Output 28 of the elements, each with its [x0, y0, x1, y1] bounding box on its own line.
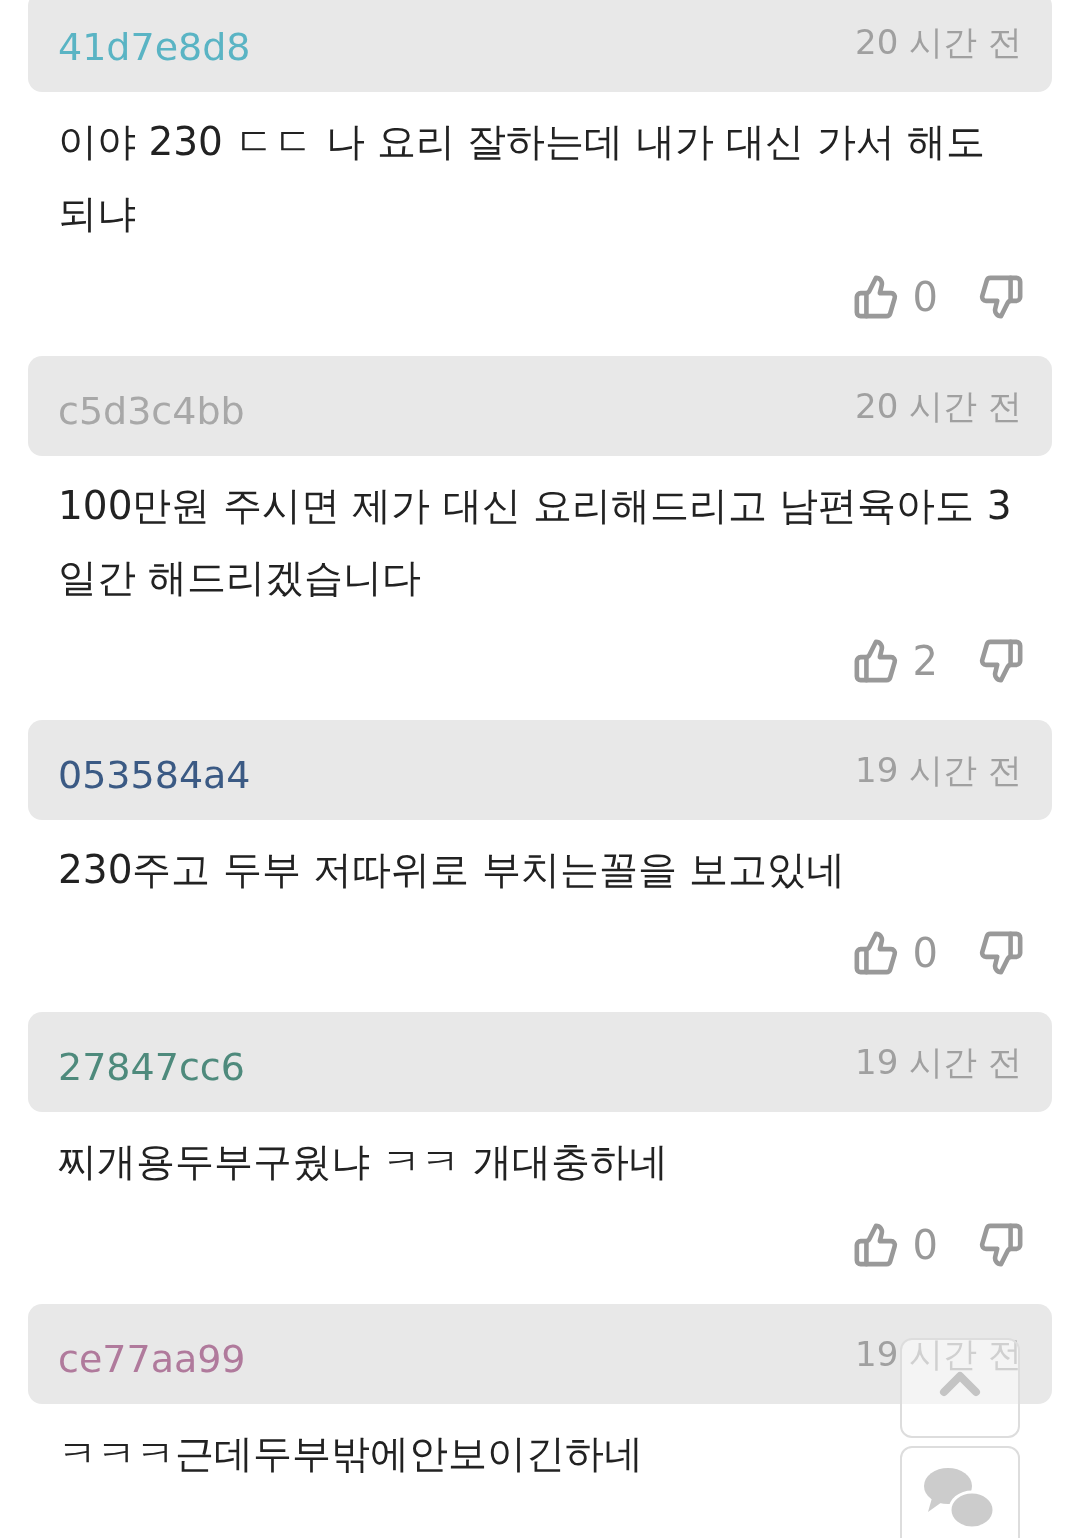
thumbs-up-icon[interactable]: [852, 930, 899, 976]
scroll-top-button[interactable]: [900, 1338, 1020, 1438]
comment-text: 이야 230 ㄷㄷ 나 요리 잘하는데 내가 대신 가서 해도 되냐: [57, 118, 986, 238]
thumbs-down-icon[interactable]: [978, 930, 1024, 976]
like-count: 2: [912, 641, 938, 681]
author-id: 053584a4: [58, 751, 251, 799]
thumbs-down-icon[interactable]: [978, 1222, 1024, 1268]
like-count: 0: [912, 1225, 938, 1265]
thumbs-up-icon[interactable]: [852, 274, 899, 320]
time-ago: 19 시간 전: [855, 748, 1022, 792]
comment-text: ㅋㅋㅋ근데두부밖에안보이긴하네: [57, 1430, 644, 1478]
author-id: 27847cc6: [58, 1043, 245, 1091]
time-ago: 20 시간 전: [855, 20, 1022, 64]
thumbs-up-icon[interactable]: [852, 638, 899, 684]
author-id: 41d7e8d8: [58, 23, 251, 71]
time-ago: 19 시간 전: [855, 1040, 1022, 1084]
comment-text: 100만원 주시면 제가 대신 요리해드리고 남편육아도 3일간 해드리겠습니다: [57, 482, 1013, 602]
comments-button[interactable]: [900, 1446, 1020, 1538]
thumbs-down-icon[interactable]: [978, 638, 1024, 684]
like-count: 0: [912, 277, 938, 317]
comment-text: 230주고 두부 저따위로 부치는꼴을 보고있네: [57, 846, 847, 894]
comment-text: 찌개용두부구웠냐 ㅋㅋ 개대충하네: [57, 1138, 669, 1186]
like-count: 0: [912, 933, 938, 973]
author-id: c5d3c4bb: [58, 387, 245, 435]
thumbs-down-icon[interactable]: [978, 274, 1024, 320]
time-ago: 20 시간 전: [855, 384, 1022, 428]
thumbs-up-icon[interactable]: [852, 1222, 899, 1268]
author-id: ce77aa99: [58, 1335, 246, 1383]
